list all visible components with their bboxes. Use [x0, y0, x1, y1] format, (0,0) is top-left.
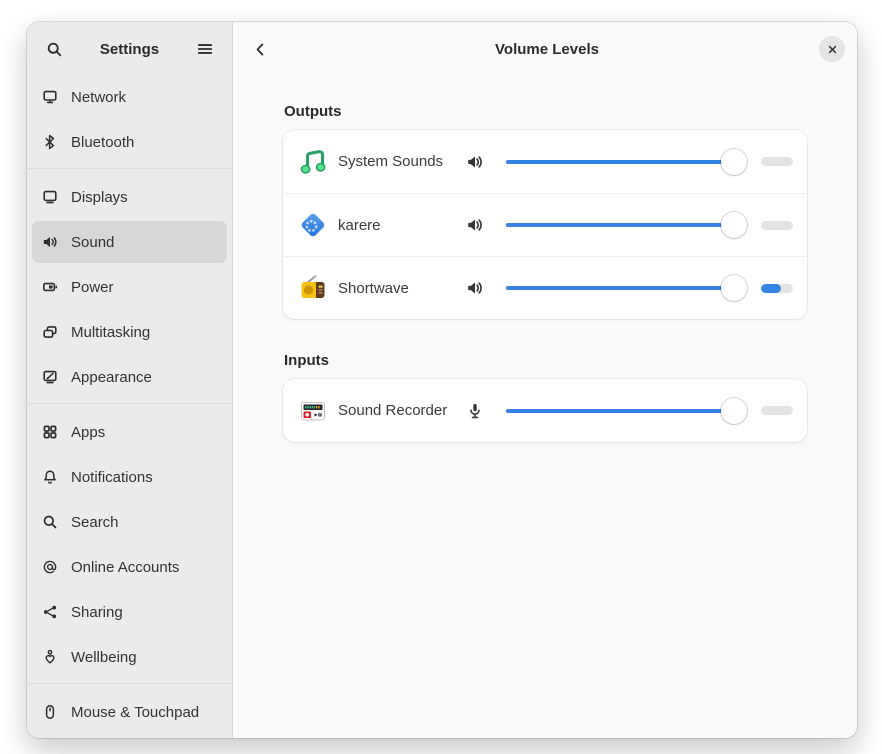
volume-slider[interactable]	[506, 212, 747, 238]
hamburger-icon	[196, 40, 214, 58]
volume-slider[interactable]	[506, 275, 747, 301]
displays-icon	[42, 189, 58, 205]
volume-row-sound-recorder: Sound Recorder	[283, 379, 807, 442]
microphone-icon[interactable]	[460, 396, 490, 426]
slider-handle[interactable]	[721, 275, 747, 301]
sidebar-divider	[27, 168, 232, 169]
sidebar-item-apps[interactable]: Apps	[32, 411, 227, 453]
panel-header: Volume Levels	[233, 22, 857, 76]
sidebar-item-label: Bluetooth	[71, 134, 134, 151]
slider-handle[interactable]	[721, 149, 747, 175]
level-meter	[761, 284, 793, 293]
bluetooth-icon	[42, 134, 58, 150]
back-button[interactable]	[245, 34, 275, 64]
close-icon	[826, 43, 839, 56]
search-icon	[46, 41, 63, 58]
sidebar-item-search[interactable]: Search	[32, 501, 227, 543]
notifications-icon	[42, 469, 58, 485]
slider-fill	[506, 160, 734, 164]
mouse-touchpad-icon	[42, 704, 58, 720]
slider-fill	[506, 409, 734, 413]
sidebar-item-label: Sharing	[71, 604, 123, 621]
sharing-icon	[42, 604, 58, 620]
sidebar-item-sound[interactable]: Sound	[32, 221, 227, 263]
app-name: Shortwave	[338, 280, 460, 297]
sidebar-search-button[interactable]	[39, 34, 69, 64]
speaker-icon[interactable]	[460, 147, 490, 177]
sidebar-item-network[interactable]: Network	[32, 76, 227, 118]
level-meter	[761, 221, 793, 230]
apps-icon	[42, 424, 58, 440]
sidebar-item-label: Appearance	[71, 369, 152, 386]
speaker-icon[interactable]	[460, 273, 490, 303]
sidebar-item-label: Power	[71, 279, 114, 296]
sidebar-header: Settings	[27, 22, 232, 76]
inputs-card: Sound Recorder	[283, 379, 807, 442]
online-accounts-icon	[42, 559, 58, 575]
app-name: karere	[338, 217, 460, 234]
app-name: System Sounds	[338, 153, 460, 170]
speaker-icon[interactable]	[460, 210, 490, 240]
sidebar-item-label: Apps	[71, 424, 105, 441]
sidebar-item-appearance[interactable]: Appearance	[32, 356, 227, 398]
outputs-card: System Sounds karere Shortwave	[283, 130, 807, 319]
volume-slider[interactable]	[506, 149, 747, 175]
sidebar-title: Settings	[69, 41, 190, 58]
search-icon	[42, 514, 58, 530]
multitasking-icon	[42, 324, 58, 340]
sidebar-item-displays[interactable]: Displays	[32, 176, 227, 218]
appearance-icon	[42, 369, 58, 385]
level-meter-fill	[761, 284, 781, 293]
level-meter	[761, 406, 793, 415]
outputs-heading: Outputs	[284, 103, 807, 120]
slider-handle[interactable]	[721, 398, 747, 424]
sidebar-item-label: Wellbeing	[71, 649, 137, 666]
power-icon	[42, 279, 58, 295]
sidebar-item-label: Notifications	[71, 469, 153, 486]
sidebar-item-bluetooth[interactable]: Bluetooth	[32, 121, 227, 163]
app-name: Sound Recorder	[338, 402, 460, 419]
volume-row-system-sounds: System Sounds	[283, 130, 807, 193]
slider-fill	[506, 286, 734, 290]
sidebar-item-label: Displays	[71, 189, 128, 206]
sidebar-item-mouse-touchpad[interactable]: Mouse & Touchpad	[32, 691, 227, 733]
sidebar-item-label: Multitasking	[71, 324, 150, 341]
sidebar-item-label: Network	[71, 89, 126, 106]
network-icon	[42, 89, 58, 105]
back-chevron-icon	[252, 41, 269, 58]
inputs-heading: Inputs	[284, 352, 807, 369]
sidebar-item-sharing[interactable]: Sharing	[32, 591, 227, 633]
sidebar-item-label: Sound	[71, 234, 114, 251]
slider-handle[interactable]	[721, 212, 747, 238]
sidebar-item-online-accounts[interactable]: Online Accounts	[32, 546, 227, 588]
sound-recorder-app-icon	[297, 395, 329, 427]
volume-levels-panel: Volume Levels Outputs System Sounds kare…	[233, 22, 857, 738]
sidebar-item-power[interactable]: Power	[32, 266, 227, 308]
close-button[interactable]	[819, 36, 845, 62]
sidebar-divider	[27, 403, 232, 404]
shortwave-app-icon	[297, 272, 329, 304]
sidebar-item-wellbeing[interactable]: Wellbeing	[32, 636, 227, 678]
volume-row-shortwave: Shortwave	[283, 256, 807, 319]
sidebar-item-label: Mouse & Touchpad	[71, 704, 199, 721]
volume-row-karere: karere	[283, 193, 807, 256]
page-title: Volume Levels	[275, 41, 819, 58]
sidebar-item-label: Online Accounts	[71, 559, 179, 576]
sidebar-item-label: Search	[71, 514, 119, 531]
system-sounds-app-icon	[297, 146, 329, 178]
sidebar-item-notifications[interactable]: Notifications	[32, 456, 227, 498]
sidebar-nav: Network Bluetooth Displays Sound Power M…	[27, 76, 232, 738]
sidebar-item-multitasking[interactable]: Multitasking	[32, 311, 227, 353]
wellbeing-icon	[42, 649, 58, 665]
sidebar: Settings Network Bluetooth Displays Soun…	[27, 22, 233, 738]
sidebar-divider	[27, 683, 232, 684]
sound-icon	[42, 234, 58, 250]
slider-fill	[506, 223, 734, 227]
karere-app-icon	[297, 209, 329, 241]
settings-window: Settings Network Bluetooth Displays Soun…	[27, 22, 857, 738]
main-menu-button[interactable]	[190, 34, 220, 64]
volume-slider[interactable]	[506, 398, 747, 424]
panel-content: Outputs System Sounds karere Shortwave	[233, 76, 857, 475]
level-meter	[761, 157, 793, 166]
